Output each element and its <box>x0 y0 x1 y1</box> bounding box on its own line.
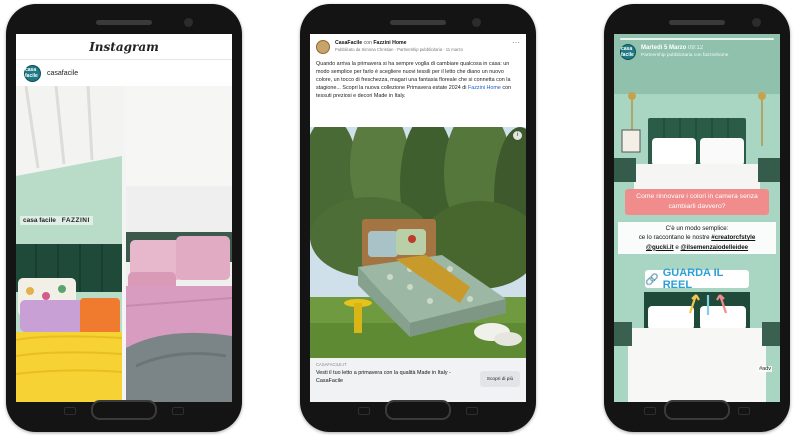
post-author: CasaFacile con Fazzini Home Pubblicato d… <box>335 40 463 52</box>
story-progress-bars <box>620 38 774 40</box>
story-partnership-label: Partnership pubblicitaria con fazzinihom… <box>641 52 729 58</box>
hashtag-link[interactable]: #creatorcfstyle <box>711 234 755 241</box>
post-byline: Pubblicato da Simona Christian · Partner… <box>335 46 463 52</box>
story-screen: casa facile Martedì 5 Marzo 09:12 Partne… <box>614 34 780 402</box>
facebook-screen: CasaFacile con Fazzini Home Pubblicato d… <box>310 34 526 402</box>
phone-camera <box>752 18 761 27</box>
mention-link[interactable]: Fazzini Home <box>468 85 501 91</box>
instagram-logo: Instagram <box>89 39 159 54</box>
adv-tag: #adv <box>758 366 772 372</box>
back-icon <box>738 407 750 415</box>
home-button <box>91 400 157 420</box>
avatar[interactable]: casa facile <box>24 64 41 82</box>
reel-link-label: GUARDA IL REEL <box>662 267 724 291</box>
phone-camera <box>184 18 193 27</box>
ad-cta-bar[interactable]: CASAFACILE.IT Vesti il tuo letto a prima… <box>310 358 526 402</box>
home-button <box>385 400 451 420</box>
photo-overlay-brand: casa facile <box>23 217 56 224</box>
home-button <box>664 400 730 420</box>
post-carousel-image[interactable]: casa facile FAZZINI <box>16 86 232 402</box>
phone-speaker <box>96 20 152 25</box>
story-answer-line2: ce lo raccontano le nostre #creatorcfsty… <box>621 233 773 242</box>
post-header: CasaFacile con Fazzini Home Pubblicato d… <box>310 34 526 56</box>
phone-speaker <box>669 20 725 25</box>
story-header: casa facile Martedì 5 Marzo 09:12 Partne… <box>620 44 728 60</box>
story-answer-line1: C'è un modo semplice: <box>665 225 729 232</box>
info-icon[interactable]: i <box>513 131 522 140</box>
story-question-sticker: Come rinnovare i colori in camera senza … <box>625 189 769 215</box>
story-date: Martedì 5 Marzo <box>641 44 687 51</box>
story-text-box: C'è un modo semplice: ce lo raccontano l… <box>618 222 776 254</box>
recent-apps-icon <box>644 407 656 415</box>
phone-instagram: Instagram casa facile casafacile casa fa… <box>6 4 242 432</box>
cta-headline[interactable]: Vesti il tuo letto a primavera con la qu… <box>316 370 466 386</box>
story-time: 09:12 <box>688 44 704 51</box>
recent-apps-icon <box>64 407 76 415</box>
pointing-arrows-icon <box>688 294 728 315</box>
story-background-photo <box>614 34 780 402</box>
bedroom-photo-left: casa facile FAZZINI <box>16 86 122 402</box>
mention-link[interactable]: @ilsemenzaiodelleidee <box>681 244 749 251</box>
with-label: con <box>363 40 372 46</box>
cta-site: CASAFACILE.IT <box>316 362 347 367</box>
story-meta: Martedì 5 Marzo 09:12 Partnership pubbli… <box>641 45 728 59</box>
post-author-row[interactable]: casa facile casafacile <box>16 60 232 86</box>
post-image[interactable]: i <box>310 127 526 358</box>
recent-apps-icon <box>358 407 370 415</box>
watch-reel-link-sticker[interactable]: 🔗 GUARDA IL REEL <box>645 267 749 291</box>
bedroom-photo-right <box>126 86 232 402</box>
avatar[interactable]: casa facile <box>620 44 636 60</box>
photo-overlay-brand-badge: casa facile FAZZINI <box>20 216 93 225</box>
link-icon: 🔗 <box>645 273 659 286</box>
post-text: Quando arriva la primavera si ha sempre … <box>310 56 526 121</box>
more-options-icon[interactable]: ··· <box>512 39 520 47</box>
phone-story: casa facile Martedì 5 Marzo 09:12 Partne… <box>604 4 790 432</box>
phone-facebook: CasaFacile con Fazzini Home Pubblicato d… <box>300 4 536 432</box>
ad-mockup-collage: Instagram casa facile casafacile casa fa… <box>0 0 794 435</box>
story-progress-segment <box>620 38 774 40</box>
partner-name-link[interactable]: Fazzini Home <box>373 40 406 46</box>
avatar[interactable] <box>316 40 330 54</box>
back-icon <box>466 407 478 415</box>
story-answer-line3: @gucki.it e @ilsemenzaiodelleidee <box>621 243 773 252</box>
instagram-header: Instagram <box>16 34 232 60</box>
back-icon <box>172 407 184 415</box>
page-name-link[interactable]: CasaFacile <box>335 40 362 46</box>
account-handle[interactable]: casafacile <box>47 70 78 77</box>
phone-speaker <box>390 20 446 25</box>
photo-overlay-partner: FAZZINI <box>61 217 90 224</box>
instagram-screen: Instagram casa facile casafacile casa fa… <box>16 34 232 402</box>
phone-camera <box>472 18 481 27</box>
answer-prefix: ce lo raccontano le nostre <box>638 234 712 242</box>
learn-more-button[interactable]: Scopri di più <box>480 371 520 387</box>
mention-link[interactable]: @gucki.it <box>646 244 674 251</box>
answer-conjunction: e <box>673 243 681 251</box>
